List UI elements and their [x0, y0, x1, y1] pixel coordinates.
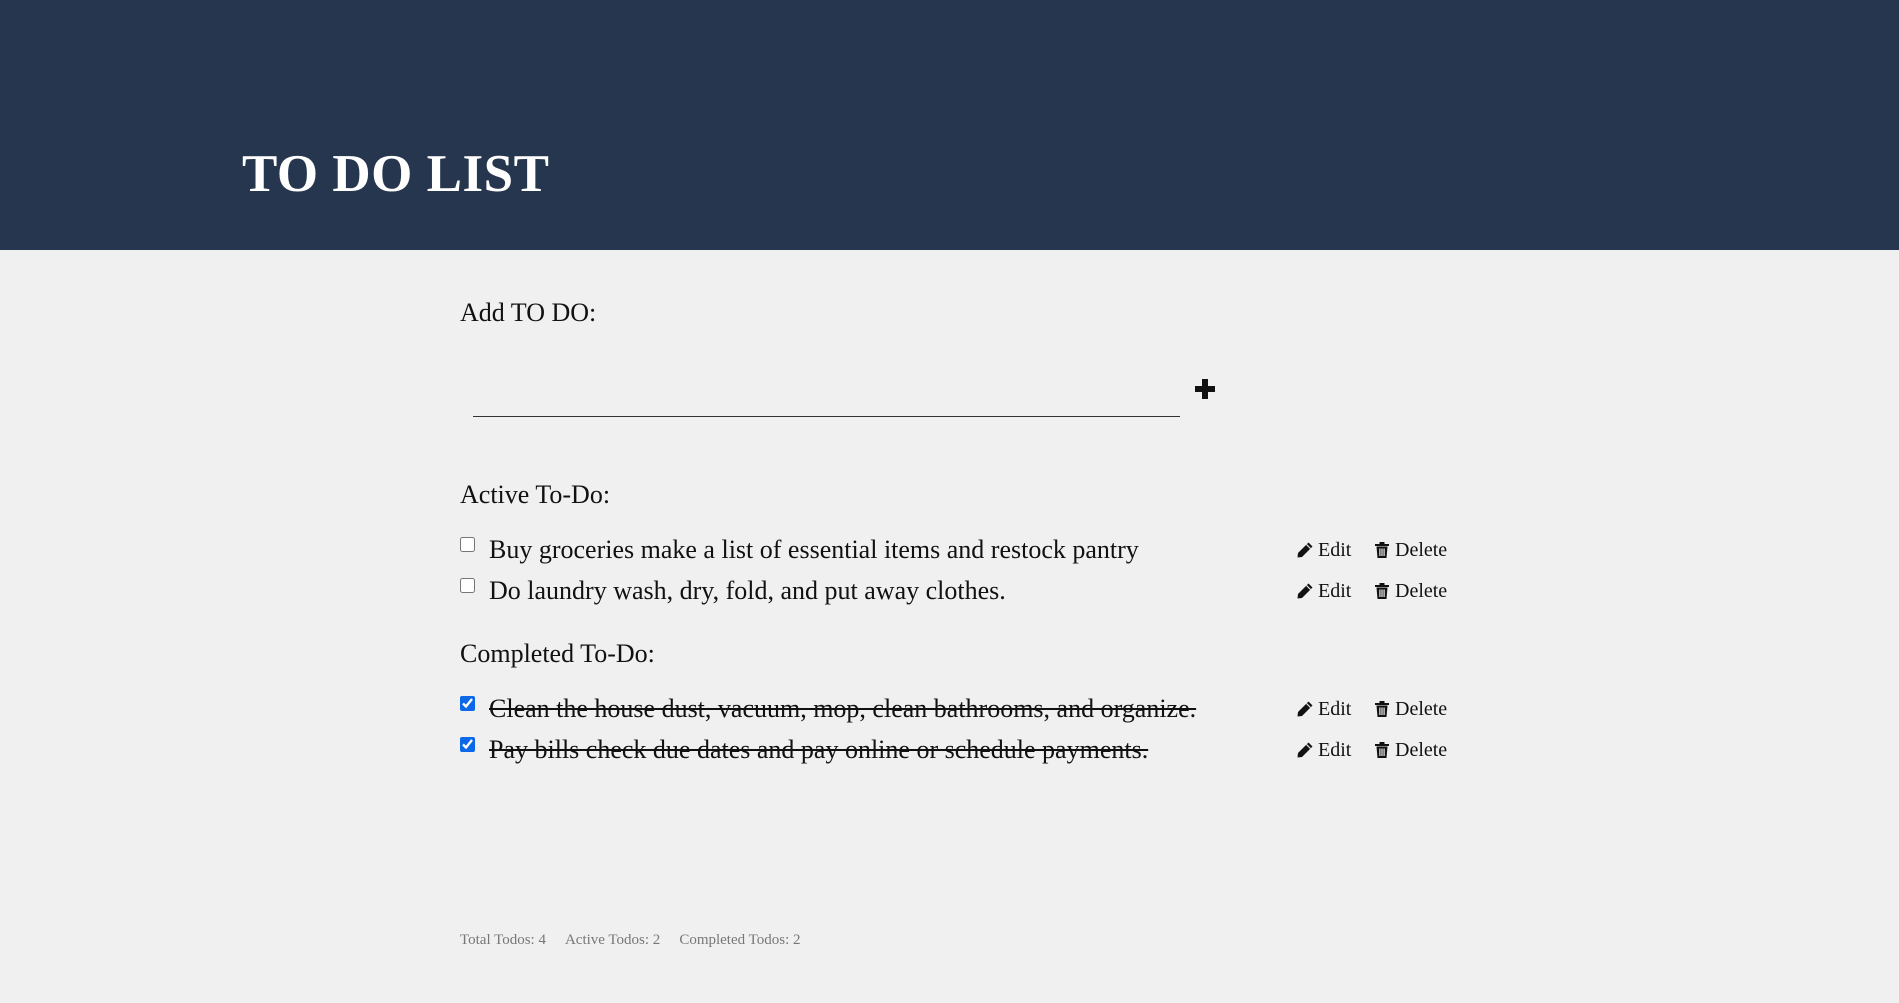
pencil-icon [1296, 541, 1314, 559]
delete-label: Delete [1395, 739, 1448, 761]
trash-icon [1373, 700, 1391, 718]
trash-icon [1373, 582, 1391, 600]
edit-button[interactable]: Edit [1296, 579, 1351, 603]
total-todos-count: Total Todos: 4 [460, 932, 546, 948]
delete-label: Delete [1395, 698, 1448, 720]
todo-stats: Total Todos: 4 Active Todos: 2 Completed… [460, 932, 800, 949]
plus-icon [1195, 379, 1215, 399]
todo-text: Pay bills check due dates and pay online… [489, 735, 1149, 764]
completed-todo-item: Clean the house dust, vacuum, mop, clean… [460, 694, 1450, 728]
delete-button[interactable]: Delete [1373, 538, 1447, 562]
trash-icon [1373, 541, 1391, 559]
todo-checkbox[interactable] [460, 737, 475, 752]
trash-icon [1373, 741, 1391, 759]
add-todo-input[interactable] [473, 365, 1180, 417]
todo-checkbox[interactable] [460, 696, 475, 711]
edit-button[interactable]: Edit [1296, 697, 1351, 721]
completed-todo-item: Pay bills check due dates and pay online… [460, 735, 1450, 769]
todo-checkbox[interactable] [460, 537, 475, 552]
pencil-icon [1296, 741, 1314, 759]
pencil-icon [1296, 582, 1314, 600]
edit-label: Edit [1318, 739, 1352, 761]
active-todos-count: Active Todos: 2 [564, 932, 661, 948]
edit-button[interactable]: Edit [1296, 538, 1351, 562]
completed-todo-label: Completed To-Do: [460, 639, 655, 668]
delete-button[interactable]: Delete [1373, 697, 1447, 721]
pencil-icon [1296, 700, 1314, 718]
edit-label: Edit [1318, 539, 1352, 561]
todo-text: Do laundry wash, dry, fold, and put away… [489, 576, 1006, 605]
active-todo-item: Buy groceries make a list of essential i… [460, 535, 1450, 569]
app-header: TO DO LIST [0, 0, 1899, 250]
delete-button[interactable]: Delete [1373, 738, 1447, 762]
add-todo-button[interactable] [1190, 374, 1220, 404]
page-title: TO DO LIST [242, 145, 550, 203]
edit-button[interactable]: Edit [1296, 738, 1351, 762]
delete-label: Delete [1395, 539, 1448, 561]
completed-todos-count: Completed Todos: 2 [679, 932, 801, 948]
todo-text: Buy groceries make a list of essential i… [489, 535, 1139, 564]
active-todo-label: Active To-Do: [460, 480, 611, 509]
todo-text: Clean the house dust, vacuum, mop, clean… [489, 694, 1197, 723]
edit-label: Edit [1318, 698, 1352, 720]
delete-button[interactable]: Delete [1373, 579, 1447, 603]
delete-label: Delete [1395, 580, 1448, 602]
todo-checkbox[interactable] [460, 578, 475, 593]
active-todo-item: Do laundry wash, dry, fold, and put away… [460, 576, 1450, 610]
add-todo-label: Add TO DO: [460, 298, 597, 327]
edit-label: Edit [1318, 580, 1352, 602]
